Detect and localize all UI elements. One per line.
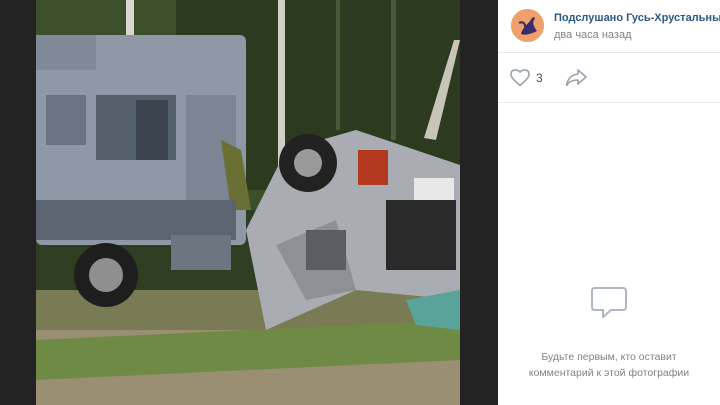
post-actions: 3 [498,53,720,103]
comment-bubble-icon [591,287,627,318]
author-block: Подслушано Гусь-Хрустальный [ два часа н… [498,0,720,53]
empty-comments-text: Будьте первым, кто оставит комментарий к… [498,349,720,381]
empty-comments-block: Будьте первым, кто оставит комментарий к… [498,280,720,379]
like-button[interactable]: 3 [510,68,543,88]
photo[interactable] [36,0,460,405]
empty-comments-line1: Будьте первым, кто оставит [541,351,677,363]
accident-photo [36,0,460,405]
left-margin [0,0,36,405]
share-button[interactable] [565,68,587,88]
like-count: 3 [536,71,543,85]
goose-logo-icon [511,9,544,42]
post-time[interactable]: два часа назад [554,29,631,41]
group-name-link[interactable]: Подслушано Гусь-Хрустальный [ [554,12,720,24]
photo-viewer: Подслушано Гусь-Хрустальный [ два часа н… [0,0,720,405]
group-avatar[interactable] [511,9,544,42]
post-sidebar: Подслушано Гусь-Хрустальный [ два часа н… [498,0,720,405]
share-arrow-icon [565,69,587,87]
photo-area [0,0,498,405]
empty-comments-line2: комментарий к этой фотографии [528,367,690,379]
heart-icon [510,69,530,87]
right-margin [460,0,498,405]
